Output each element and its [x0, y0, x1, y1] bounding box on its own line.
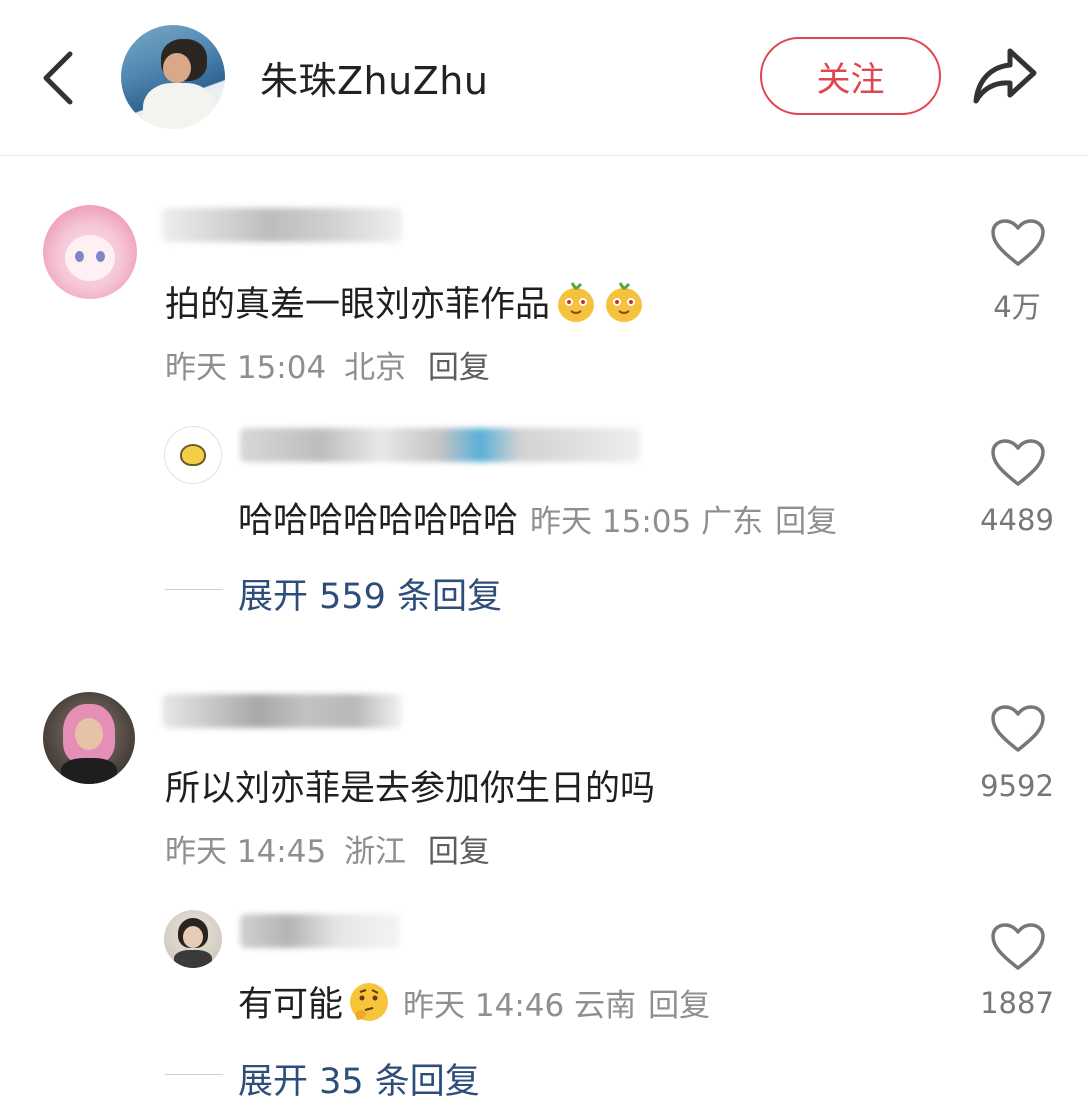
like-count: 4万 [993, 290, 1041, 324]
expand-replies-button[interactable]: 展开 559 条回复 [238, 568, 502, 619]
reply-text: 有可能 昨天 14:46 云南 回复 [238, 976, 710, 1027]
reply-location: 广东 [701, 504, 764, 540]
back-arrow-icon[interactable] [38, 48, 82, 108]
commenter-avatar[interactable] [43, 205, 137, 299]
reply-time: 昨天 15:05 [530, 504, 692, 540]
commenter-name-blurred[interactable] [162, 694, 402, 728]
commenter-avatar[interactable] [43, 692, 135, 784]
comment-location: 浙江 [344, 834, 407, 870]
expand-replies-button[interactable]: 展开 35 条回复 [238, 1053, 480, 1104]
heart-icon[interactable] [990, 704, 1046, 754]
comment-meta: 昨天 15:04 北京 回复 [165, 342, 490, 387]
divider [165, 1074, 223, 1075]
comment-text: 拍的真差一眼刘亦菲作品 [165, 276, 646, 327]
commenter-name-blurred[interactable] [162, 208, 402, 242]
like-count: 4489 [980, 503, 1054, 537]
reply-location: 云南 [574, 988, 637, 1024]
reply-time: 昨天 14:46 [403, 988, 565, 1024]
reply-button[interactable]: 回复 [775, 504, 837, 540]
mango-emoji-icon [558, 282, 595, 322]
heart-icon[interactable] [990, 438, 1046, 488]
comment-time: 昨天 15:04 [165, 350, 327, 386]
reply-button[interactable]: 回复 [428, 834, 490, 870]
author-avatar[interactable] [121, 25, 225, 129]
replier-avatar[interactable] [164, 426, 222, 484]
follow-button[interactable]: 关注 [760, 37, 941, 115]
replier-avatar[interactable] [164, 910, 222, 968]
comment-location: 北京 [344, 350, 407, 386]
divider [165, 589, 223, 590]
mango-emoji-icon [606, 282, 643, 322]
replier-name-blurred[interactable] [240, 914, 400, 948]
reply-button[interactable]: 回复 [648, 988, 710, 1024]
comment-time: 昨天 14:45 [165, 834, 327, 870]
reply-button[interactable]: 回复 [428, 350, 490, 386]
replier-name-blurred[interactable] [240, 428, 640, 462]
comment-text: 所以刘亦菲是去参加你生日的吗 [165, 769, 656, 809]
like-count: 1887 [980, 986, 1054, 1020]
heart-icon[interactable] [990, 922, 1046, 972]
share-icon[interactable] [970, 45, 1040, 107]
reply-text: 哈哈哈哈哈哈哈哈 昨天 15:05 广东 回复 [238, 501, 838, 541]
comment-meta: 昨天 14:45 浙江 回复 [165, 826, 490, 871]
author-name[interactable]: 朱珠ZhuZhu [260, 50, 488, 105]
top-bar: 朱珠ZhuZhu 关注 [0, 0, 1088, 156]
thinking-face-emoji-icon [350, 983, 389, 1021]
like-count: 9592 [980, 769, 1054, 803]
heart-icon[interactable] [990, 218, 1046, 268]
